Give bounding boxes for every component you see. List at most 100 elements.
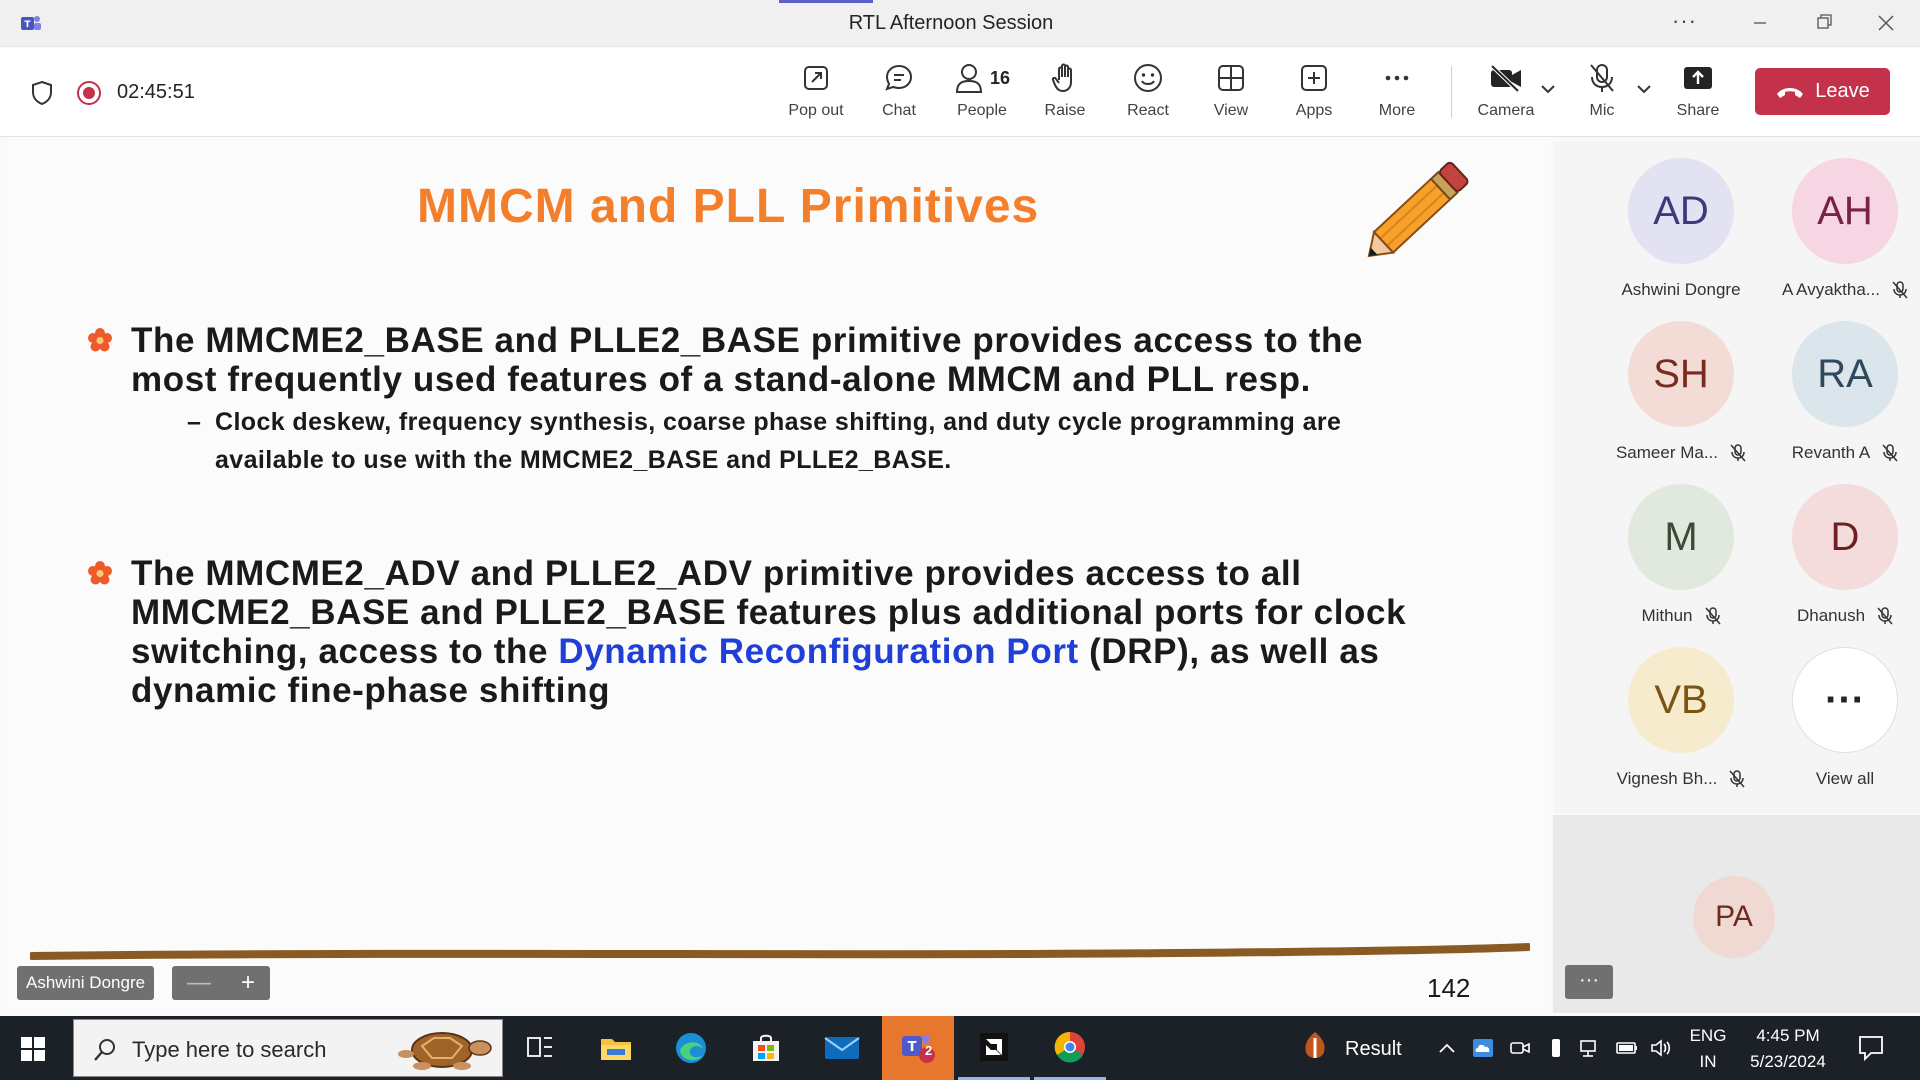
window-title: RTL Afternoon Session [848,12,1054,34]
task-view-icon [527,1037,552,1057]
turtle-search-highlight-icon [398,1032,492,1070]
edge-browser-button[interactable] [655,1016,727,1080]
zoom-out-button[interactable]: — [187,969,211,997]
react-icon [1134,64,1162,92]
chat-button[interactable]: Chat [859,60,939,120]
view-button[interactable]: View [1191,60,1271,120]
zoom-in-button[interactable]: + [241,969,255,997]
slide-title: MMCM and PLL Primitives [417,180,1040,233]
pop-out-icon [804,66,828,90]
raise-hand-button[interactable]: Raise [1025,60,1105,120]
search-icon [94,1039,115,1061]
camera-button[interactable]: Camera [1466,60,1546,120]
mic-chevron-down-icon[interactable] [1636,82,1652,96]
sub-bullet: – Clock deskew, frequency synthesis, coar… [187,403,1507,479]
mic-button[interactable]: Mic [1562,60,1642,120]
amd-software-button[interactable] [958,1016,1030,1080]
participant-tile[interactable]: VB Vignesh Bh... [1596,647,1766,789]
more-icon [1385,75,1409,81]
brush-stroke-divider [30,943,1530,960]
restore-icon[interactable] [1804,6,1844,40]
participant-tile[interactable]: M Mithun [1596,484,1766,626]
sub-bullet-line1: Clock deskew, frequency synthesis, coars… [215,408,1342,436]
bullet-point-2: The MMCME2_ADV and PLLE2_ADV primitive p… [87,554,1507,710]
drp-link-text: Dynamic Reconfiguration Port [558,632,1079,671]
svg-text:T: T [908,1040,917,1055]
apps-button[interactable]: Apps [1274,60,1354,120]
close-icon[interactable] [1866,6,1906,40]
search-placeholder: Type here to search [132,1037,327,1062]
apps-label: Apps [1295,102,1333,119]
participant-tile[interactable]: D Dhanush [1760,484,1920,626]
mic-muted-icon [1729,770,1745,788]
pop-out-button[interactable]: Pop out [776,60,856,120]
leave-label: Leave [1815,80,1870,102]
pinned-participant-tile[interactable]: PA ··· [1553,815,1920,1013]
participants-gallery: AD Ashwini Dongre AH A Avyaktha... SH Sa… [1553,141,1920,813]
leave-button[interactable]: Leave [1755,68,1890,115]
participant-name: Dhanush [1796,606,1866,625]
show-hidden-icons-chevron-up-icon[interactable] [1436,1038,1458,1058]
clock-time: 4:45 PM [1756,1026,1820,1045]
participant-name: Vignesh Bh... [1616,769,1718,788]
participant-tile[interactable]: RA Revanth A [1760,321,1920,463]
pencil-icon [1367,161,1469,258]
shield-icon[interactable] [30,80,54,106]
input-language-indicator[interactable]: ENG IN [1686,1026,1730,1072]
taskbar-search-box[interactable]: Type here to search [73,1019,503,1077]
presenter-name-tag: Ashwini Dongre [17,966,155,1000]
onedrive-cloud-icon[interactable] [1472,1038,1494,1058]
more-label: More [1378,102,1416,119]
mic-muted-icon [1877,607,1893,625]
bullet2-line4: dynamic fine-phase shifting [131,671,611,710]
microsoft-store-button[interactable] [730,1016,802,1080]
network-icon[interactable] [1579,1038,1601,1058]
chat-icon [885,64,913,91]
react-button[interactable]: React [1108,60,1188,120]
tile-more-options-button[interactable]: ··· [1565,965,1613,999]
result-badge-icon [1305,1032,1325,1058]
bullet2-line2: MMCME2_BASE and PLLE2_BASE features plus… [131,593,1407,632]
view-all-label: View all [1815,769,1875,788]
people-icon [955,64,982,93]
battery-icon[interactable] [1616,1038,1638,1058]
participant-tile[interactable]: AH A Avyaktha... [1760,158,1920,300]
task-view-button[interactable] [504,1016,576,1080]
participant-tile[interactable]: AD Ashwini Dongre [1596,158,1766,300]
participant-tile[interactable]: SH Sameer Ma... [1596,321,1766,463]
mic-muted-icon [1882,444,1898,462]
clock[interactable]: 4:45 PM 5/23/2024 [1738,1026,1838,1072]
chrome-button[interactable] [1034,1016,1106,1080]
view-icon [1218,65,1244,91]
chrome-icon [1054,1031,1085,1063]
teams-taskbar-button[interactable]: T 2 [882,1016,954,1080]
window-more-icon[interactable]: ··· [1672,8,1697,34]
result-label[interactable]: Result [1345,1038,1402,1061]
share-icon [1684,67,1712,89]
people-button[interactable]: 16 People [942,60,1022,120]
windows-start-icon[interactable] [20,1036,46,1062]
slide-number: 142 [1427,973,1471,1003]
sub-bullet-line2: available to use with the MMCME2_BASE an… [215,446,952,474]
camera-chevron-down-icon[interactable] [1540,82,1556,96]
notifications-icon[interactable] [1857,1034,1885,1062]
active-window-indicator [779,0,873,3]
usb-drive-icon[interactable] [1545,1038,1567,1058]
share-button[interactable]: Share [1658,60,1738,120]
mail-button[interactable] [806,1016,878,1080]
edge-icon [676,1033,706,1063]
flower-bullet-icon [88,328,112,352]
volume-icon[interactable] [1650,1038,1672,1058]
more-icon: ··· [1792,647,1898,753]
windows-taskbar: Type here to search T 2 Result ENG IN 4:… [0,1016,1920,1080]
meeting-timer: 02:45:51 [117,81,195,103]
participant-name: Sameer Ma... [1615,443,1719,462]
minimize-icon[interactable] [1740,6,1780,40]
file-explorer-button[interactable] [580,1016,652,1080]
meet-now-camera-icon[interactable] [1509,1038,1531,1058]
share-label: Share [1676,102,1720,119]
view-all-button[interactable]: ··· View all [1760,647,1920,789]
chat-label: Chat [882,102,916,119]
region-code: IN [1699,1052,1717,1071]
more-button[interactable]: More [1357,60,1437,120]
